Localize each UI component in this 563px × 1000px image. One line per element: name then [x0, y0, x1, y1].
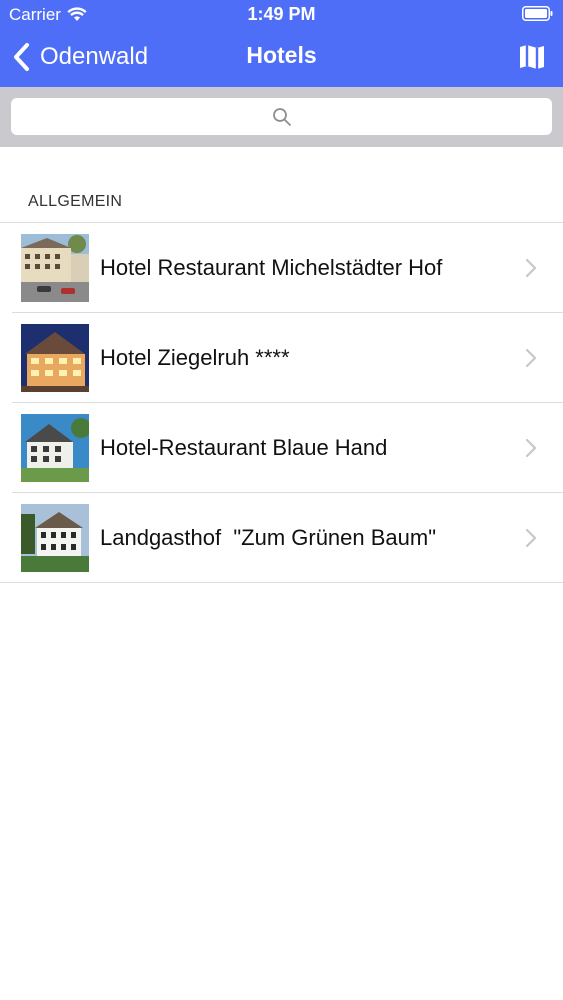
search-icon	[272, 107, 291, 126]
list-item-title: Hotel-Restaurant Blaue Hand	[100, 435, 388, 460]
hotel-photo-image	[21, 324, 89, 392]
section-header: ALLGEMEIN	[28, 193, 123, 210]
list-item[interactable]: Hotel-Restaurant Blaue Hand	[0, 403, 563, 493]
hotel-photo-image	[21, 504, 89, 572]
list-item[interactable]: Landgasthof "Zum Grünen Baum"	[0, 493, 563, 583]
hotels-screen: Carrier 1:49 PM Odenwald Hotels ALLGEMEI…	[0, 0, 563, 1000]
hotel-thumbnail	[21, 234, 89, 302]
chevron-right-icon	[525, 528, 537, 548]
list-item[interactable]: Hotel Ziegelruh ****	[0, 313, 563, 403]
chevron-right-icon	[525, 438, 537, 458]
list-item-title: Landgasthof "Zum Grünen Baum"	[100, 525, 437, 550]
battery-icon	[522, 6, 553, 21]
hotel-thumbnail	[21, 414, 89, 482]
navigation-bar: Carrier 1:49 PM Odenwald Hotels	[0, 0, 563, 87]
list-item-title: Hotel Restaurant Michelstädter Hof	[100, 255, 443, 280]
status-time: 1:49 PM	[247, 4, 316, 24]
page-title: Hotels	[246, 42, 317, 68]
hotel-list: Hotel Restaurant Michelstädter Hof Hotel…	[0, 222, 563, 583]
list-item-title: Hotel Ziegelruh ****	[100, 345, 290, 370]
chevron-right-icon	[525, 348, 537, 368]
search-input[interactable]	[11, 98, 552, 135]
hotel-thumbnail	[21, 324, 89, 392]
hotel-thumbnail	[21, 504, 89, 572]
map-icon[interactable]	[518, 43, 546, 71]
hotel-photo-image	[21, 414, 89, 482]
search-bar	[0, 87, 563, 147]
list-item[interactable]: Hotel Restaurant Michelstädter Hof	[0, 223, 563, 313]
hotel-photo-image	[21, 234, 89, 302]
chevron-right-icon	[525, 258, 537, 278]
